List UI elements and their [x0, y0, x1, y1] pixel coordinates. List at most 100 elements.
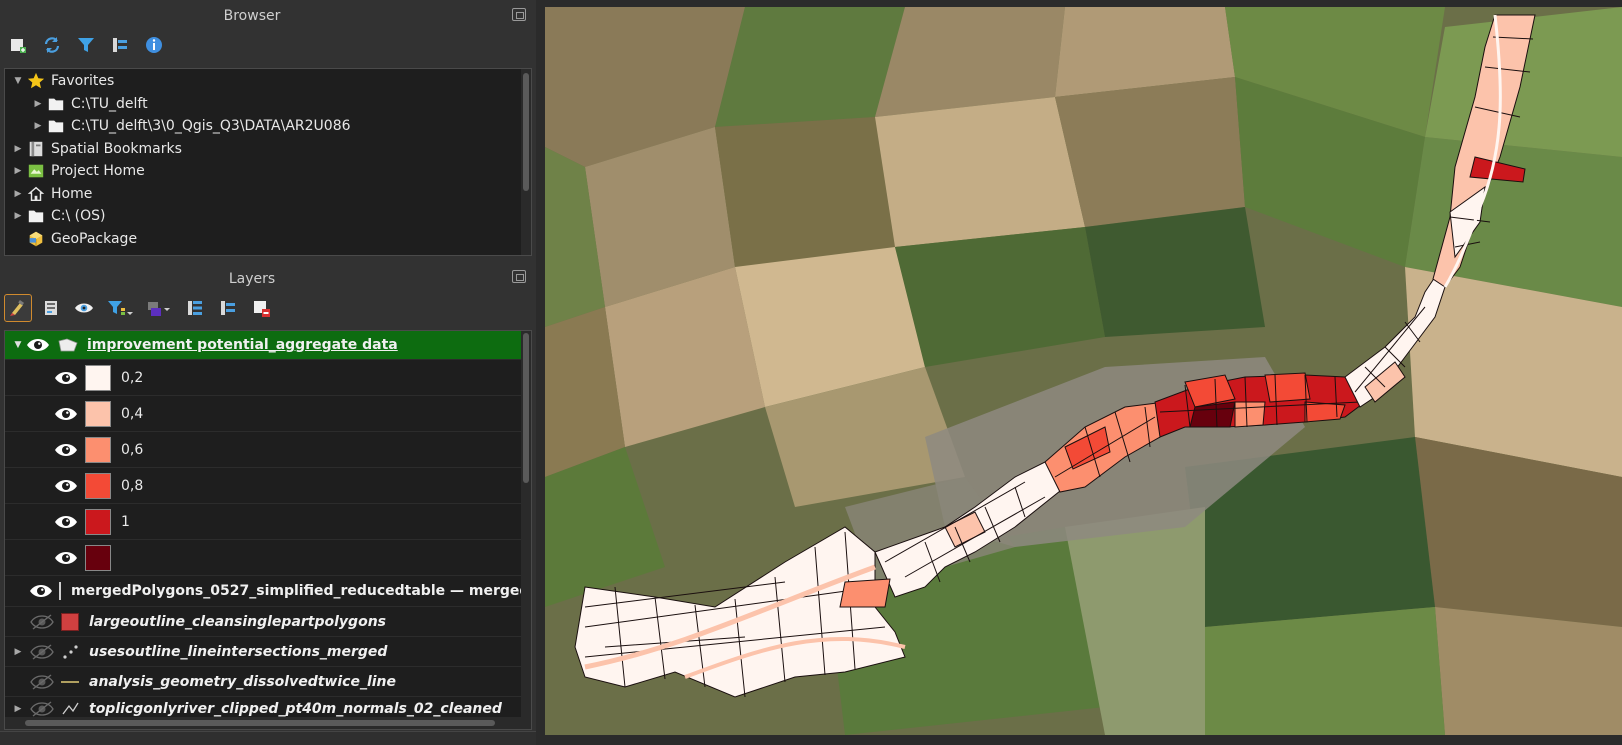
expanded-caret-icon[interactable]: ▼ [11, 340, 25, 350]
remove-layer-icon [254, 301, 270, 317]
browser-tree[interactable]: ▼ Favorites ▶ C:\TU_delft ▶ C:\TU_delft\… [4, 68, 532, 256]
add-group-icon [45, 301, 57, 315]
browser-item-home[interactable]: ▶ Home [5, 183, 531, 206]
layers-undock-button[interactable] [512, 270, 526, 283]
layers-tree[interactable]: ▼ improvement potential_aggregate data 0… [4, 330, 532, 730]
browser-item-label: C:\TU_delft\3\0_Qgis_Q3\DATA\AR2U086 [71, 118, 351, 135]
add-group-button[interactable] [37, 294, 65, 322]
refresh-button[interactable] [38, 31, 66, 59]
collapsed-caret-icon[interactable]: ▶ [11, 211, 25, 221]
map-canvas[interactable] [545, 7, 1622, 735]
legend-swatch [85, 436, 111, 463]
layer-name: improvement potential_aggregate data [87, 337, 398, 353]
expanded-caret-icon[interactable]: ▼ [11, 76, 25, 86]
browser-item-label: Home [51, 185, 93, 202]
eye-icon[interactable] [53, 405, 79, 423]
info-icon [146, 37, 162, 53]
browser-item-label: C:\ (OS) [51, 208, 106, 225]
legend-class-0-2[interactable]: 0,2 [5, 360, 531, 396]
folder-icon [25, 207, 47, 225]
legend-swatch [85, 364, 111, 391]
browser-undock-button[interactable] [512, 8, 526, 21]
eye-icon[interactable] [53, 477, 79, 495]
collapsed-caret-icon[interactable]: ▶ [11, 189, 25, 199]
layer-largeoutline[interactable]: largeoutline_cleansinglepartpolygons [5, 607, 531, 637]
browser-item-geopackage[interactable]: GeoPackage [5, 228, 531, 251]
collapsed-caret-icon[interactable]: ▶ [11, 704, 25, 714]
browser-item-label: C:\TU_delft [71, 95, 148, 112]
expand-all-button[interactable] [181, 294, 209, 322]
expand-all-icon [188, 301, 202, 315]
eye-icon[interactable] [53, 549, 79, 567]
filter-legend-button[interactable] [103, 294, 137, 322]
legend-class-0-4[interactable]: 0,4 [5, 396, 531, 432]
expression-filter-button[interactable] [142, 294, 176, 322]
empty-polygon-symbol-icon [59, 582, 61, 600]
eye-hidden-icon[interactable] [29, 673, 55, 691]
layer-analysis-geometry[interactable]: analysis_geometry_dissolvedtwice_line [5, 667, 531, 697]
legend-class-0-8[interactable]: 0,8 [5, 468, 531, 504]
collapsed-caret-icon[interactable]: ▶ [11, 166, 25, 176]
legend-swatch [85, 508, 111, 535]
layer-merged-polygons[interactable]: mergedPolygons_0527_simplified_reducedta… [5, 576, 531, 607]
manage-visibility-button[interactable] [70, 294, 98, 322]
layers-toolbar [4, 294, 275, 322]
folder-icon [45, 117, 67, 135]
eye-icon[interactable] [25, 336, 51, 354]
layers-horizontal-scrollbar[interactable] [5, 717, 531, 729]
info-button[interactable] [140, 31, 168, 59]
browser-item-favorites[interactable]: ▼ Favorites [5, 70, 531, 93]
remove-layer-button[interactable] [247, 294, 275, 322]
collapsed-caret-icon[interactable]: ▶ [11, 144, 25, 154]
geopackage-icon [25, 230, 47, 248]
style-button[interactable] [4, 294, 32, 322]
legend-class-0-6[interactable]: 0,6 [5, 432, 531, 468]
line-symbol-icon [61, 673, 79, 691]
filter-button[interactable] [72, 31, 100, 59]
legend-class-1[interactable]: 1 [5, 504, 531, 540]
add-layer-button[interactable] [4, 31, 32, 59]
collapsed-caret-icon[interactable]: ▶ [31, 121, 45, 131]
legend-label: 0,2 [121, 369, 144, 386]
filled-polygon-symbol-icon [61, 612, 79, 631]
legend-label: 0,6 [121, 441, 144, 458]
collapsed-caret-icon[interactable]: ▶ [31, 99, 45, 109]
browser-item-label: GeoPackage [51, 230, 138, 247]
expression-filter-icon [148, 302, 170, 316]
left-dock: Browser ▼ Favorites ▶ C:\TU_delft ▶ C:\T… [0, 0, 536, 745]
layer-usesoutline[interactable]: ▶ usesoutline_lineintersections_merged [5, 637, 531, 667]
star-icon [25, 72, 47, 90]
folder-icon [45, 95, 67, 113]
browser-item-c-drive[interactable]: ▶ C:\ (OS) [5, 205, 531, 228]
browser-item-project-home[interactable]: ▶ Project Home [5, 160, 531, 183]
eye-hidden-icon[interactable] [29, 643, 55, 661]
layer-name: mergedPolygons_0527_simplified_reducedta… [71, 583, 532, 599]
layers-panel-title: Layers [228, 271, 276, 287]
vector-line-symbol-icon [61, 700, 79, 718]
eye-icon[interactable] [53, 513, 79, 531]
browser-scrollbar[interactable] [521, 69, 531, 255]
visibility-icon [75, 303, 93, 313]
eye-hidden-icon[interactable] [29, 613, 55, 631]
eye-icon[interactable] [53, 369, 79, 387]
collapse-all-layers-button[interactable] [214, 294, 242, 322]
collapse-all-button[interactable] [106, 31, 134, 59]
legend-class-unlabeled[interactable] [5, 540, 531, 576]
eye-hidden-icon[interactable] [29, 700, 55, 718]
browser-item-spatial-bookmarks[interactable]: ▶ Spatial Bookmarks [5, 138, 531, 161]
layer-name: analysis_geometry_dissolvedtwice_line [89, 673, 397, 690]
browser-item-label: Project Home [51, 163, 145, 180]
legend-swatch [85, 400, 111, 427]
collapse-all-icon [221, 301, 235, 315]
eye-icon[interactable] [29, 582, 53, 600]
collapse-all-icon [113, 38, 127, 52]
browser-item-ar2u086[interactable]: ▶ C:\TU_delft\3\0_Qgis_Q3\DATA\AR2U086 [5, 115, 531, 138]
eye-icon[interactable] [53, 441, 79, 459]
layer-name: largeoutline_cleansinglepartpolygons [89, 613, 386, 630]
collapsed-caret-icon[interactable]: ▶ [11, 647, 25, 657]
home-icon [25, 185, 47, 203]
browser-item-tu-delft[interactable]: ▶ C:\TU_delft [5, 93, 531, 116]
layers-vertical-scrollbar[interactable] [521, 331, 531, 719]
legend-label: 0,8 [121, 477, 144, 494]
layer-improvement-potential[interactable]: ▼ improvement potential_aggregate data [5, 331, 531, 360]
